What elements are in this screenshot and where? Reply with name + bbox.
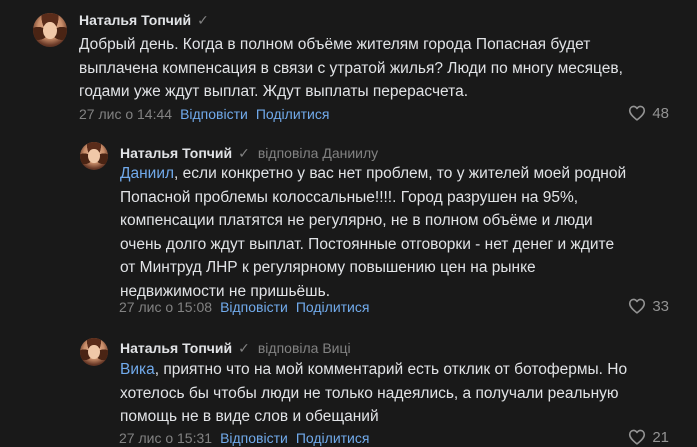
comment-text: Добрый день. Когда в полном объёме жител…	[79, 36, 623, 100]
comment-text: Вика, приятно что на мой комментарий ест…	[120, 361, 628, 425]
like-button[interactable]: 21	[628, 429, 669, 447]
mention-link[interactable]: Даниил	[120, 165, 174, 182]
author-name[interactable]: Наталья Топчий	[120, 145, 232, 161]
comment-meta: 27 лис о 15:31 Відповісти Поділитися	[119, 429, 369, 447]
author-name[interactable]: Наталья Топчий	[79, 12, 191, 28]
reply-button[interactable]: Відповісти	[220, 430, 288, 446]
author-line: Наталья Топчий ✓ відповіла Даниилу	[120, 144, 378, 162]
like-count: 33	[652, 298, 669, 315]
reply-button[interactable]: Відповісти	[180, 106, 248, 122]
comment-meta: 27 лис о 15:08 Відповісти Поділитися	[119, 298, 369, 316]
reply-to-label[interactable]: відповіла Виці	[258, 340, 351, 356]
checkmark-icon: ✓	[197, 12, 209, 28]
reply-button[interactable]: Відповісти	[220, 299, 288, 315]
avatar[interactable]	[80, 142, 108, 170]
avatar[interactable]	[80, 338, 108, 366]
like-button[interactable]: 48	[628, 105, 669, 123]
timestamp[interactable]: 27 лис о 15:08	[119, 299, 212, 315]
author-line: Наталья Топчий ✓ відповіла Виці	[120, 339, 351, 357]
like-count: 48	[652, 105, 669, 122]
author-name[interactable]: Наталья Топчий	[120, 340, 232, 356]
comment-reply: Наталья Топчий ✓ відповіла Даниилу Даниил,…	[0, 130, 697, 330]
checkmark-icon: ✓	[238, 340, 250, 356]
timestamp[interactable]: 27 лис о 15:31	[119, 430, 212, 446]
comment-reply: Наталья Топчий ✓ відповіла Виці Вика, прия…	[0, 330, 697, 447]
heart-icon	[629, 105, 646, 121]
reply-to-label[interactable]: відповіла Даниилу	[258, 145, 378, 161]
like-button[interactable]: 33	[628, 298, 669, 316]
comment-text: Даниил, если конкретно у вас нет проблем…	[120, 165, 627, 300]
timestamp[interactable]: 27 лис о 14:44	[79, 106, 172, 122]
heart-icon	[629, 298, 646, 314]
checkmark-icon: ✓	[238, 145, 250, 161]
comment: Наталья Топчий ✓ Добрый день. Когда в пол…	[0, 0, 697, 130]
share-button[interactable]: Поділитися	[296, 299, 370, 315]
share-button[interactable]: Поділитися	[256, 106, 330, 122]
heart-icon	[629, 429, 646, 445]
share-button[interactable]: Поділитися	[296, 430, 370, 446]
author-line: Наталья Топчий ✓	[79, 11, 209, 29]
avatar[interactable]	[33, 13, 67, 47]
like-count: 21	[652, 429, 669, 446]
comment-meta: 27 лис о 14:44 Відповісти Поділитися	[79, 105, 329, 123]
mention-link[interactable]: Вика	[120, 361, 155, 378]
